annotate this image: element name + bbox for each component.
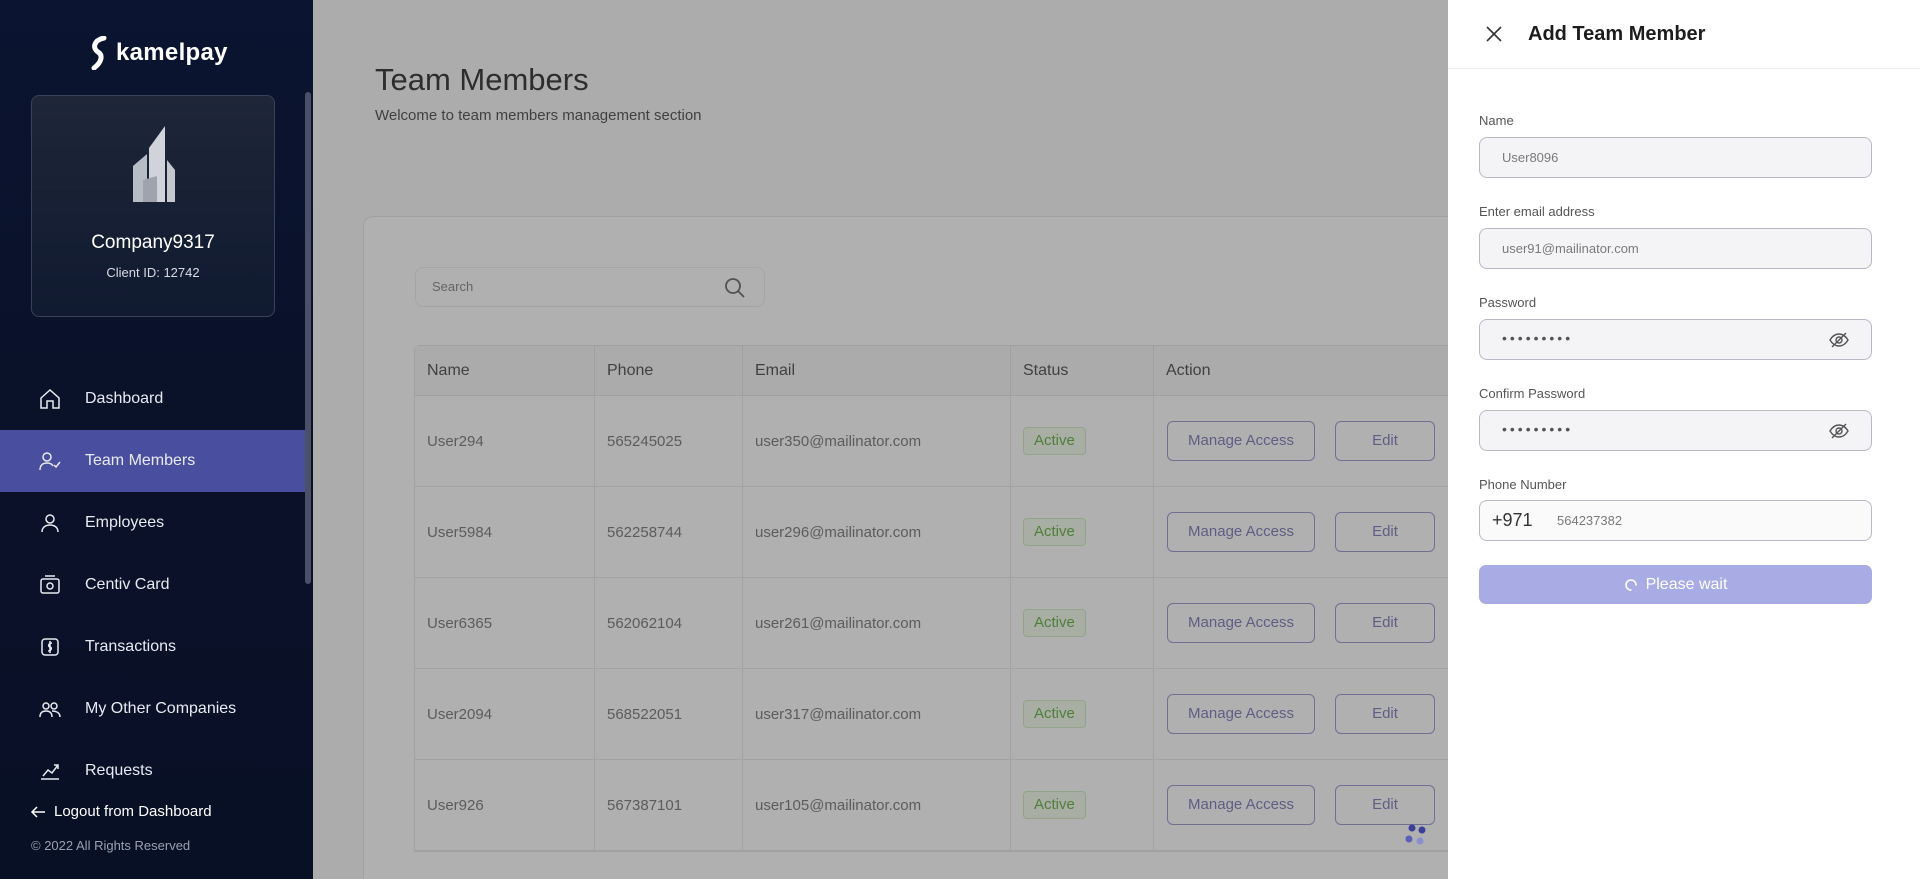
loading-spinner-icon [1405, 824, 1426, 845]
user-check-icon [39, 452, 61, 471]
brand-logo: kamelpay [88, 36, 228, 70]
password-label: Password [1479, 295, 1537, 310]
submit-button[interactable]: Please wait [1479, 565, 1872, 604]
sidebar-item-dashboard[interactable]: Dashboard [0, 368, 305, 430]
sidebar-item-label: My Other Companies [85, 700, 237, 717]
name-field[interactable] [1502, 150, 1822, 165]
logout-link[interactable]: Logout from Dashboard [30, 803, 212, 820]
sidebar-item-label: Team Members [85, 452, 196, 469]
card-icon [40, 575, 60, 594]
kamelpay-logo-icon [91, 36, 107, 70]
building-icon [133, 126, 175, 202]
users-icon [39, 702, 61, 718]
brand-name: kamelpay [116, 39, 228, 66]
submit-label: Please wait [1645, 575, 1728, 593]
confirm-password-mask: ••••••••• [1502, 421, 1574, 437]
confirm-password-label: Confirm Password [1479, 386, 1586, 401]
drawer-title: Add Team Member [1528, 23, 1706, 45]
phone-label: Phone Number [1479, 477, 1567, 492]
requests-icon [41, 764, 59, 780]
copyright: © 2022 All Rights Reserved [31, 838, 191, 853]
name-field-box [1479, 137, 1872, 178]
phone-field-box: +971 [1479, 500, 1872, 541]
sidebar: kamelpay Company9317 Client ID: 12742 Da… [0, 0, 313, 879]
sidebar-item-team-members[interactable]: Team Members [0, 430, 305, 492]
spinner-icon [1624, 578, 1637, 591]
sidebar-item-employees[interactable]: Employees [0, 492, 305, 554]
sidebar-item-centiv-card[interactable]: Centiv Card [0, 554, 305, 616]
transactions-icon [41, 638, 59, 656]
phone-input[interactable] [1557, 513, 1807, 528]
modal-overlay[interactable] [313, 0, 1448, 879]
name-label: Name [1479, 113, 1514, 128]
sidebar-scrollbar[interactable] [305, 92, 311, 584]
sidebar-item-label: Dashboard [85, 390, 164, 407]
add-team-member-drawer: Add Team Member Name Enter email address… [1448, 0, 1920, 879]
close-icon[interactable] [1484, 24, 1504, 44]
password-field[interactable]: ••••••••• [1479, 319, 1872, 360]
home-icon [40, 388, 60, 409]
drawer-header: Add Team Member [1448, 0, 1920, 69]
sidebar-item-label: Transactions [85, 638, 176, 655]
company-name: Company9317 [91, 232, 215, 253]
eye-off-icon[interactable] [1829, 331, 1849, 349]
email-label: Enter email address [1479, 204, 1595, 219]
user-icon [41, 514, 59, 533]
sidebar-item-label: Centiv Card [85, 576, 170, 593]
logout-label: Logout from Dashboard [54, 803, 212, 820]
email-field[interactable] [1502, 241, 1822, 256]
sidebar-item-label: Employees [85, 514, 165, 531]
sidebar-item-my-other-companies[interactable]: My Other Companies [0, 678, 305, 740]
sidebar-item-label: Requests [85, 762, 153, 779]
client-id: Client ID: 12742 [106, 265, 200, 280]
arrow-left-icon [30, 805, 45, 818]
password-mask: ••••••••• [1502, 330, 1574, 346]
email-field-box [1479, 228, 1872, 269]
eye-off-icon[interactable] [1829, 422, 1849, 440]
company-card: Company9317 Client ID: 12742 [31, 95, 275, 317]
sidebar-item-requests[interactable]: Requests [0, 740, 305, 802]
confirm-password-field[interactable]: ••••••••• [1479, 410, 1872, 451]
sidebar-item-transactions[interactable]: Transactions [0, 616, 305, 678]
dial-code-select[interactable]: +971 [1492, 510, 1533, 531]
